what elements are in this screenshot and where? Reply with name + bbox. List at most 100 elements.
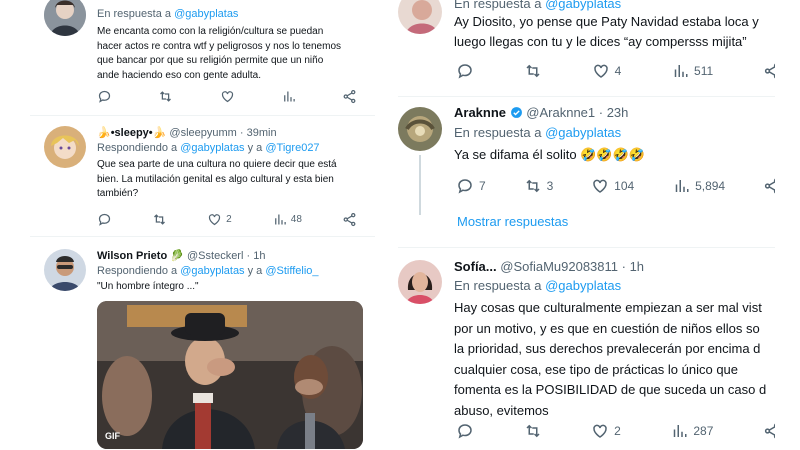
views-button[interactable]: 287 [670, 422, 713, 440]
views-button[interactable]: 48 [272, 212, 302, 227]
author-name[interactable]: Sofía... [454, 259, 497, 274]
reply-tweet[interactable]: Wilson Prieto 🥬 @Ssteckerl · 1h Respondi… [30, 237, 375, 450]
author-emoji: 🥬 [170, 250, 184, 262]
retweet-button[interactable] [524, 62, 542, 80]
reply-prefix: Respondiendo a [97, 265, 178, 277]
share-button[interactable] [763, 177, 775, 195]
timestamp[interactable]: · 1h [622, 259, 644, 274]
reply-tweet[interactable]: En respuesta a @gabyplatas Me encanta co… [30, 0, 375, 115]
author-handle[interactable]: @SofiaMu92083811 [500, 259, 618, 274]
author-handle[interactable]: @Araknne1 [526, 105, 595, 120]
left-screenshot-panel: En respuesta a @gabyplatas Me encanta co… [30, 0, 375, 450]
reply-handle-link[interactable]: @gabyplatas [545, 0, 621, 11]
retweet-button[interactable] [152, 212, 167, 227]
avatar[interactable] [398, 260, 442, 304]
tweet-text-line: Ay Diosito, yo pense que Paty Navidad es… [454, 14, 759, 29]
retweet-button[interactable] [524, 422, 542, 440]
reply-button[interactable] [456, 62, 474, 80]
timestamp[interactable]: · 1h [246, 250, 265, 262]
reply-button[interactable] [97, 212, 112, 227]
views-icon [674, 65, 688, 77]
tweet-text-line: hacer actos re contra wtf y peligrosos y… [97, 40, 342, 52]
tweet-text-line: también? [97, 188, 139, 199]
share-icon [764, 63, 775, 79]
timestamp[interactable]: · 23h [599, 105, 629, 120]
tweet-header: Araknne @Araknne1 · 23h [454, 105, 628, 120]
view-count: 5,894 [695, 179, 726, 193]
tweet-text-line: Me encanta como con la religión/cultura … [97, 26, 324, 37]
reply-button[interactable] [97, 89, 112, 104]
views-button[interactable]: 511 [671, 62, 713, 80]
reply-button[interactable] [456, 422, 474, 440]
reply-tweet[interactable]: En respuesta a @gabyplatas Ay Diosito, y… [398, 0, 775, 96]
reply-tweet[interactable]: Araknne @Araknne1 · 23h En respuesta a @… [398, 97, 775, 247]
like-button[interactable]: 2 [591, 422, 621, 440]
reply-handle-link[interactable]: @gabyplatas [180, 142, 244, 154]
reply-handle-link[interactable]: @Tigre027 [265, 142, 319, 154]
verified-icon [510, 107, 522, 118]
like-icon [221, 91, 233, 103]
retweet-icon [526, 64, 540, 78]
reply-tweet[interactable]: 🍌•sleepy•🍌 @sleepyumm · 39min Respondien… [30, 116, 375, 236]
tweet-text-line: la prioridad, sus derechos prevalecerán … [454, 341, 761, 356]
reply-tweet[interactable]: Sofía... @SofiaMu92083811 · 1h En respue… [398, 248, 775, 450]
reply-context: En respuesta a @gabyplatas [454, 0, 621, 11]
reply-handle-link[interactable]: @gabyplatas [174, 8, 238, 20]
views-button[interactable] [281, 89, 296, 104]
tweet-text-line: Que sea parte de una cultura no quiere d… [97, 159, 337, 170]
timestamp[interactable]: · 39min [240, 127, 277, 139]
reply-icon [98, 213, 111, 226]
reply-icon [458, 179, 472, 194]
share-button[interactable] [763, 62, 775, 80]
retweet-button[interactable]: 3 [524, 177, 553, 195]
tweet-text-line: bien. La mutilación genital es algo cult… [97, 173, 334, 185]
tweet-text-line: por un motivo, y es que en cuestión de n… [454, 320, 760, 336]
retweet-button[interactable] [158, 89, 173, 104]
tweet-text-line: que bancar por que su religión permite q… [97, 55, 324, 66]
right-screenshot-panel: En respuesta a @gabyplatas Ay Diosito, y… [398, 0, 775, 450]
author-name[interactable]: Araknne [454, 105, 506, 120]
retweet-icon [160, 91, 172, 102]
show-replies-link[interactable]: Mostrar respuestas [457, 214, 568, 229]
share-button[interactable] [763, 422, 775, 440]
share-icon [764, 423, 775, 439]
reply-prefix: En respuesta a [454, 0, 542, 11]
avatar[interactable] [398, 0, 442, 34]
reply-handle-link[interactable]: @Stiffelio_ [265, 265, 318, 277]
author-name[interactable]: Wilson Prieto [97, 250, 167, 262]
avatar[interactable] [44, 249, 86, 291]
tweet-text-line: abuso, evitemos [454, 402, 549, 418]
like-button[interactable]: 4 [592, 62, 622, 80]
author-name[interactable]: 🍌•sleepy•🍌 [97, 127, 166, 139]
gif-media[interactable]: GIF [97, 301, 363, 449]
like-button[interactable] [220, 89, 235, 104]
avatar[interactable] [44, 126, 86, 168]
like-button[interactable]: 2 [207, 212, 232, 227]
tweet-actions: 2 48 [97, 212, 357, 227]
reply-handle-link[interactable]: @gabyplatas [180, 265, 244, 277]
reply-prefix: Respondiendo a [97, 142, 178, 154]
tweet-text-line: luego llegas con tu y le dices “ay compe… [454, 34, 747, 49]
tweet-text-line: Hay cosas que culturalmente empiezan a s… [454, 300, 762, 315]
tweet-header: Wilson Prieto 🥬 @Ssteckerl · 1h [97, 249, 265, 262]
views-icon [274, 214, 286, 225]
reply-handle-link[interactable]: @gabyplatas [545, 278, 621, 293]
tweet-text-line: ande haciendo eso con gente adulta. [97, 69, 262, 81]
thread-line [419, 155, 421, 215]
author-handle[interactable]: @sleepyumm [169, 127, 236, 139]
author-handle[interactable]: @Ssteckerl [187, 250, 243, 262]
reply-handle-link[interactable]: @gabyplatas [545, 125, 621, 140]
like-button[interactable]: 104 [591, 177, 634, 195]
reply-button[interactable]: 7 [456, 177, 486, 195]
reply-context: En respuesta a @gabyplatas [97, 8, 238, 20]
reply-conjunction: y a [247, 142, 263, 154]
like-icon [593, 179, 607, 193]
views-button[interactable]: 5,894 [672, 177, 725, 195]
retweet-icon [526, 424, 540, 438]
like-count: 4 [614, 64, 622, 78]
avatar[interactable] [44, 0, 86, 36]
share-icon [343, 212, 356, 227]
share-button[interactable] [342, 212, 357, 227]
share-button[interactable] [342, 89, 357, 104]
avatar[interactable] [398, 107, 442, 151]
